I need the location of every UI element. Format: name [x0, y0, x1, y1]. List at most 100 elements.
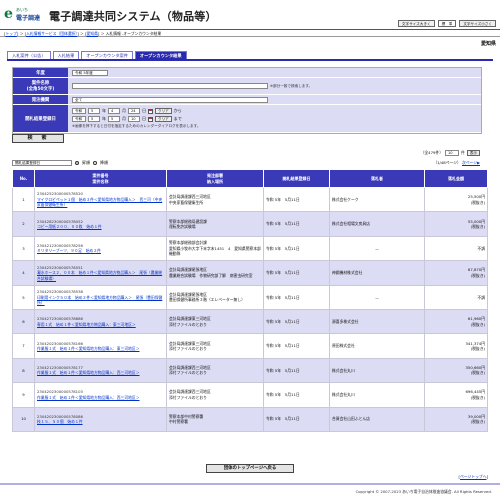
row-amount: 696,445円 (税抜き) — [424, 382, 488, 408]
from-clear-button[interactable]: クリア — [155, 108, 172, 114]
delivery-place: 運転免許試験場 — [169, 224, 196, 230]
sort-asc-radio[interactable] — [75, 161, 79, 165]
date-from: 令和 5 年 4 月 24 日 クリア から — [72, 108, 182, 114]
font-standard-button[interactable]: 標 準 — [437, 20, 457, 27]
calendar-icon[interactable] — [148, 108, 153, 114]
back-to-top-button[interactable]: 団体のトップページへ戻る — [206, 464, 294, 473]
to-clear-button[interactable]: クリア — [155, 116, 172, 122]
amount-tax-note: (税抜き) — [470, 419, 485, 425]
header: e あいち 電子調達 電子調達共同システム（物品等） 文字サイズ大きく 標 準 … — [0, 0, 500, 28]
calendar-icon[interactable] — [148, 116, 153, 122]
delivery-place: 豊田保健所事務所３階（エレベーター無し） — [169, 297, 245, 303]
amount-tax-note: (税抜き) — [470, 394, 485, 400]
row-no: 2 — [12, 211, 35, 237]
row-no: 3 — [12, 235, 35, 262]
delivery-place: 愛知県小牧市大字下末字末1451 4 愛知県警察本部機動隊 — [169, 245, 261, 257]
row-no: 1 — [12, 186, 35, 213]
tab-bid-results[interactable]: 入札結果 — [52, 51, 80, 59]
search-button[interactable]: 検 索 — [12, 134, 64, 143]
sort-select[interactable]: 開札結果登録日 — [12, 160, 72, 166]
font-larger-button[interactable]: 文字サイズ大きく — [397, 20, 435, 27]
org-select[interactable]: 全て — [72, 96, 268, 103]
sort-desc-label: 降順 — [100, 160, 108, 165]
font-smaller-button[interactable]: 文字サイズ小さく — [459, 20, 496, 27]
breadcrumb-link-service[interactable]: 入札情報サービス（団体選択） — [26, 31, 77, 36]
row-winner: — — [329, 284, 425, 310]
case-name-link[interactable]: 作業服１式 始め１件＜愛知県地方物品購入：西三河地区＞ — [37, 370, 140, 375]
page-top: [ページトップへ] — [458, 474, 488, 479]
row-winner: 株式会社相場文房具店 — [329, 211, 425, 237]
row-date: 令和 5年 5月11日 — [263, 235, 330, 262]
form-row-year: 年度 令和 5年度 — [13, 68, 481, 78]
case-name-input[interactable] — [72, 83, 268, 89]
calendar-note: ※画像を押下すると日付を指定するためのカレンダーダイアログを表示します。 — [72, 124, 201, 128]
row-date: 令和 5年 5月11日 — [263, 406, 330, 432]
to-month-input[interactable]: 5 — [108, 116, 120, 122]
row-org: 会計局調達課西三河地区 中央家畜保健衛生所 — [166, 186, 264, 213]
case-name-link[interactable]: 専用１式 始め１件＜愛知県地方物品購入：東三河地区＞ — [37, 322, 136, 327]
row-org: 会計局調達課東三河地区 添付ファイルのとおり — [166, 333, 264, 359]
case-name-link[interactable]: 印刷用インク５０本 始め２件＜愛知県地方物品購入＞ 尾張（豊田保健所） — [37, 295, 162, 306]
form-row-date: 開札結果登録日 令和 5 年 4 月 24 日 クリア から 令和 5 年 5 … — [13, 105, 481, 133]
table-header-row: No. 案件番号 案件名称 発注部署 納入場所 開札結果登録日 落札者 落札金額 — [12, 169, 488, 188]
prefecture-label: 愛知県 — [480, 41, 496, 47]
to-year-input[interactable]: 5 — [88, 116, 100, 122]
breadcrumb-link-top[interactable]: トップ — [5, 31, 16, 36]
case-name-link[interactable]: 凝水ホース２、００本 始め１件＜愛知県地方物品購入＞ 尾張（農業総合試験場） — [37, 270, 162, 281]
delivery-place: 中央家畜保健衛生所 — [169, 199, 204, 205]
table-row: 8 2304212300000578177 作業服１式 始め１件＜愛知県地方物品購入… — [12, 357, 488, 384]
amount-value: 25,500円 — [467, 194, 485, 200]
per-page-select[interactable]: 10 — [445, 150, 460, 156]
amount-value: 不調 — [477, 294, 485, 300]
row-date: 令和 5年 5月11日 — [263, 333, 330, 359]
amount-tax-note: (税抜き) — [470, 370, 485, 376]
org-label: 発注機関 — [13, 95, 68, 104]
row-org: 会計局調達課東三河地区 添付ファイルのとおり — [166, 308, 264, 335]
year-select[interactable]: 令和 5年度 — [72, 69, 108, 76]
col-no: No. — [12, 169, 35, 188]
from-day-input[interactable]: 24 — [128, 108, 140, 114]
display-button[interactable]: 表示 — [466, 150, 480, 156]
to-day-input[interactable]: 10 — [128, 116, 140, 122]
font-size-buttons: 文字サイズ大きく 標 準 文字サイズ小さく — [397, 20, 496, 27]
tab-bid-cases[interactable]: 入札案件（公告） — [7, 51, 51, 59]
from-year-input[interactable]: 5 — [88, 108, 100, 114]
case-name-link[interactable]: コピー用紙２００、００枚 始め１件 — [37, 224, 102, 229]
tab-open-counter-results[interactable]: オープンカウンタ結果 — [134, 51, 187, 59]
breadcrumb-current: 入札情報 -オープンカウンタ結果 — [105, 31, 162, 36]
page-top-link[interactable]: ページトップへ — [460, 474, 487, 479]
table-row: 7 2304202300000578166 作業服１式 始め１件＜愛知県地方物品購入… — [12, 333, 488, 359]
delivery-place: 中村警察署 — [169, 419, 188, 425]
pager: （1/48ページ） 次ページ▶ — [433, 160, 480, 166]
case-name-link[interactable]: ミリタリーブーツ、９０足 始め２件 — [37, 248, 101, 253]
form-row-org: 発注機関 全て — [13, 95, 481, 105]
row-date: 令和 5年 5月11日 — [263, 260, 330, 286]
case-name-link[interactable]: 枝１５、５０個 始め１件 — [37, 419, 83, 424]
row-case: 2304202300000578103 作業服１式 始め１件＜愛知県地方物品購入：… — [34, 382, 167, 408]
row-amount: 39,000円 (税抜き) — [424, 406, 488, 432]
logo: e あいち 電子調達 — [4, 5, 46, 25]
tab-open-counter-cases[interactable]: オープンカウンタ案件 — [81, 51, 133, 59]
row-org: 会計局調達課西三河地区 添付ファイルのとおり — [166, 382, 264, 408]
row-no: 9 — [12, 382, 35, 408]
case-name-link[interactable]: 作業服１式 始め１件＜愛知県地方物品購入：西三河地区＞ — [37, 395, 140, 400]
row-case: 2304282300000578052 コピー用紙２００、００枚 始め１件 — [34, 211, 167, 237]
from-month-input[interactable]: 4 — [108, 108, 120, 114]
row-case: 2304252300000578520 マイクロピペット１個 始め３件＜愛知県地方… — [34, 186, 167, 213]
breadcrumb-link-pref[interactable]: 愛知県 — [87, 31, 98, 36]
row-no: 7 — [12, 333, 35, 359]
copyright: Copyright © 2007-2023 あいち電子自治体推進協議会. All… — [355, 489, 492, 494]
row-org: 警察本部総務局建設課 運転免許試験場 — [166, 211, 264, 237]
from-era-select[interactable]: 令和 — [72, 108, 86, 114]
delivery-place: 添付ファイルのとおり — [169, 321, 207, 327]
tab-underline — [7, 59, 493, 61]
amount-value: 不調 — [477, 245, 485, 251]
row-case: 2304252300000578538 印刷用インク５０本 始め２件＜愛知県地方物… — [34, 284, 167, 310]
case-name-link[interactable]: マイクロピペット１個 始め３件＜愛知県地方物品購入＞ 西三河（中央家畜保健衛生所… — [37, 197, 162, 208]
next-page-link[interactable]: 次ページ▶ — [462, 160, 480, 165]
row-amount: 67,870円 (税抜き) — [424, 260, 488, 286]
tab-bar: 入札案件（公告） 入札結果 オープンカウンタ案件 オープンカウンタ結果 — [7, 51, 187, 59]
to-era-select[interactable]: 令和 — [72, 116, 86, 122]
sort-desc-radio[interactable] — [93, 161, 97, 165]
case-name-link[interactable]: 作業服１式 始め１件＜愛知県地方物品購入：東三河地区＞ — [37, 346, 140, 351]
